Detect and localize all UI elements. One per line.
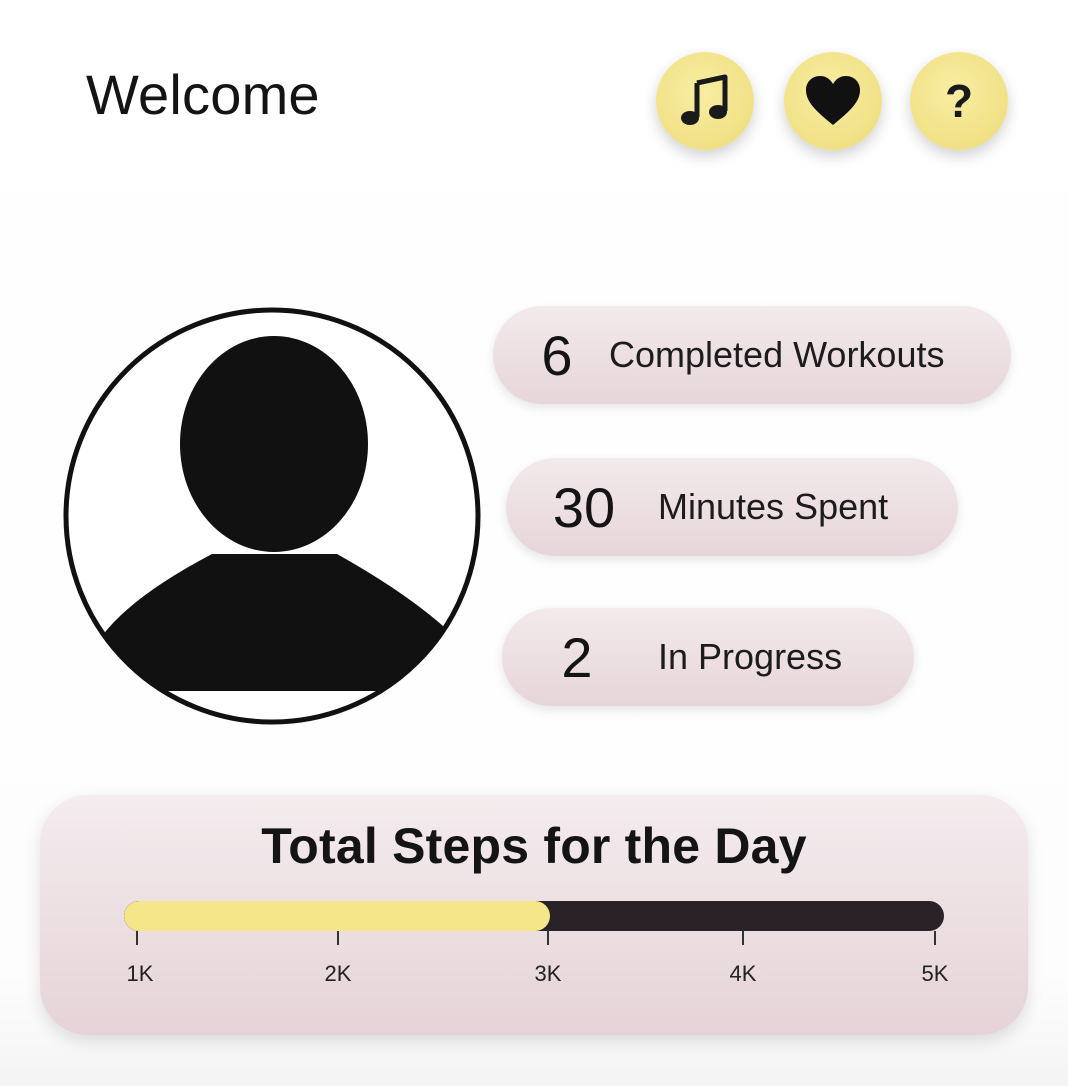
- home-screen: Welcome ? 6 Completed Workouts 30 Minute…: [0, 0, 1068, 1086]
- tick-mark: [934, 931, 936, 945]
- tick-label: 3K: [534, 961, 562, 986]
- music-note-icon: [681, 74, 728, 125]
- steps-card: Total Steps for the Day 1K 2K 3K 4K 5K: [40, 795, 1028, 1035]
- stat-minutes-spent[interactable]: 30 Minutes Spent: [506, 458, 958, 556]
- page-title: Welcome: [86, 63, 320, 126]
- steps-progress-bar: [124, 901, 944, 931]
- stat-value: 2: [561, 625, 593, 689]
- stat-completed-workouts[interactable]: 6 Completed Workouts: [493, 306, 1011, 404]
- tick-mark: [547, 931, 549, 945]
- avatar[interactable]: [62, 306, 482, 726]
- stat-value: 6: [541, 323, 573, 387]
- tick-mark: [742, 931, 744, 945]
- steps-progress-fill: [124, 901, 551, 931]
- question-mark-icon: ?: [944, 75, 974, 127]
- stat-label: Minutes Spent: [658, 486, 889, 527]
- user-silhouette-icon: [63, 307, 481, 725]
- help-button[interactable]: ?: [910, 52, 1008, 150]
- tick-mark: [136, 931, 138, 945]
- music-button[interactable]: [656, 52, 754, 150]
- tick-label: 5K: [921, 961, 949, 986]
- tick-label: 4K: [729, 961, 757, 986]
- steps-title: Total Steps for the Day: [261, 818, 807, 874]
- stat-label: Completed Workouts: [609, 334, 945, 375]
- stat-value: 30: [552, 475, 616, 539]
- heart-icon: [806, 76, 860, 125]
- tick-label: 2K: [324, 961, 352, 986]
- stat-in-progress[interactable]: 2 In Progress: [502, 608, 914, 706]
- favorites-button[interactable]: [784, 52, 882, 150]
- tick-mark: [337, 931, 339, 945]
- tick-label: 1K: [126, 961, 154, 986]
- stat-label: In Progress: [658, 636, 843, 677]
